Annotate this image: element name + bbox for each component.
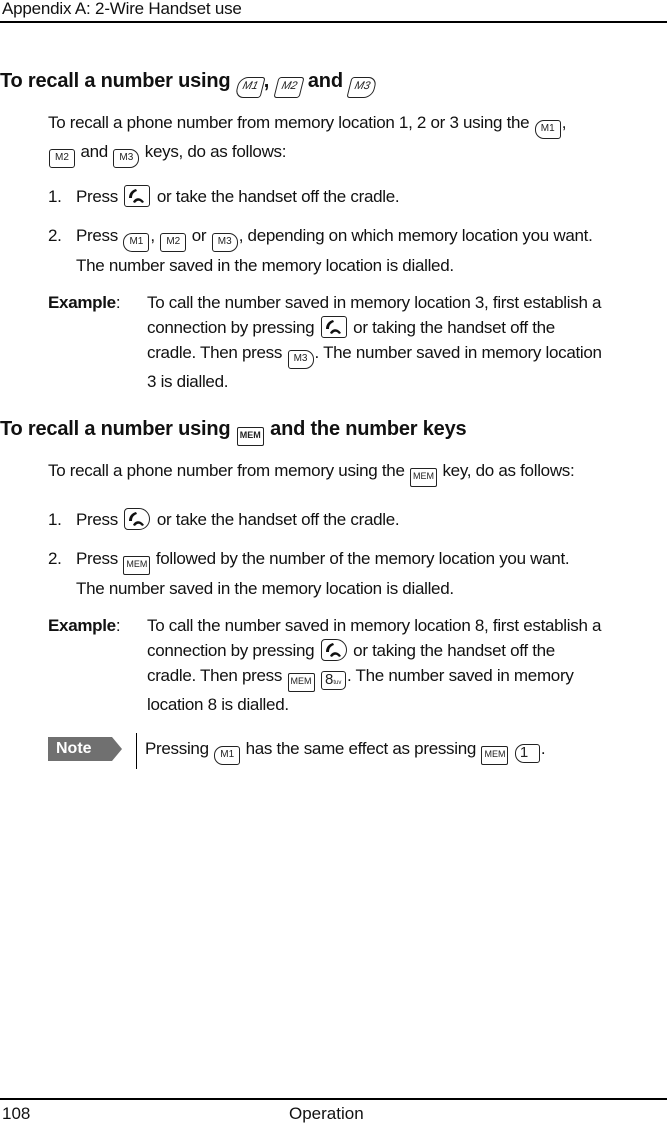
eight-key-icon: 8tuv: [320, 671, 346, 690]
section1-step-2: 2. Press M1, M2 or M3, depending on which…: [48, 223, 593, 252]
m3-key-icon: M3: [287, 350, 314, 369]
off-hook-key-icon: [320, 639, 347, 661]
section1-step-result: The number saved in the memory location …: [76, 256, 454, 275]
m1-key-icon: M1: [534, 120, 561, 139]
section2-step-1: 1. Press or take the handset off the crad…: [48, 508, 400, 530]
note-callout: Note Pressing M1 has the same effect as …: [48, 733, 667, 769]
m1-key-icon: M1: [214, 746, 241, 765]
m1-key-icon: M1: [234, 77, 266, 98]
mem-key-icon: MEM: [287, 673, 315, 692]
section2-step-2: 2. Press MEM followed by the number of th…: [48, 546, 570, 575]
running-header: Appendix A: 2-Wire Handset use: [0, 0, 667, 23]
mem-key-icon: MEM: [481, 746, 509, 765]
section1-intro: To recall a phone number from memory loc…: [48, 110, 658, 168]
page-number: 108: [2, 1104, 31, 1123]
m2-key-icon: M2: [272, 77, 305, 98]
section2-step-result: The number saved in the memory location …: [76, 579, 454, 598]
section1-step-1: 1. Press or take the handset off the crad…: [48, 185, 400, 207]
note-divider: [136, 733, 137, 769]
note-badge: Note: [48, 737, 122, 761]
m2-key-icon: M2: [49, 149, 75, 168]
example-label: Example:: [48, 616, 121, 635]
running-footer: 108 Operation: [0, 1098, 667, 1123]
footer-section: Operation: [289, 1104, 364, 1123]
mem-key-icon: MEM: [410, 468, 438, 487]
m3-key-icon: M3: [113, 149, 140, 168]
section-heading-memory-keys: To recall a number using M1, M2 and M3: [0, 70, 378, 98]
m3-key-icon: M3: [346, 77, 378, 98]
m3-key-icon: M3: [211, 233, 238, 252]
off-hook-key-icon: [124, 508, 151, 530]
header-title: Appendix A: 2-Wire Handset use: [2, 0, 242, 18]
m1-key-icon: M1: [123, 233, 150, 252]
section-heading-mem-key: To recall a number using MEM and the num…: [0, 418, 467, 446]
note-text: Pressing M1 has the same effect as press…: [145, 736, 546, 765]
off-hook-key-icon: [320, 316, 347, 338]
section2-intro: To recall a phone number from memory usi…: [48, 458, 658, 487]
one-key-icon: 1: [514, 744, 540, 763]
m2-key-icon: M2: [160, 233, 187, 252]
mem-key-icon: MEM: [236, 427, 264, 446]
example-label: Example:: [48, 293, 121, 312]
mem-key-icon: MEM: [123, 556, 151, 575]
off-hook-key-icon: [124, 185, 151, 207]
